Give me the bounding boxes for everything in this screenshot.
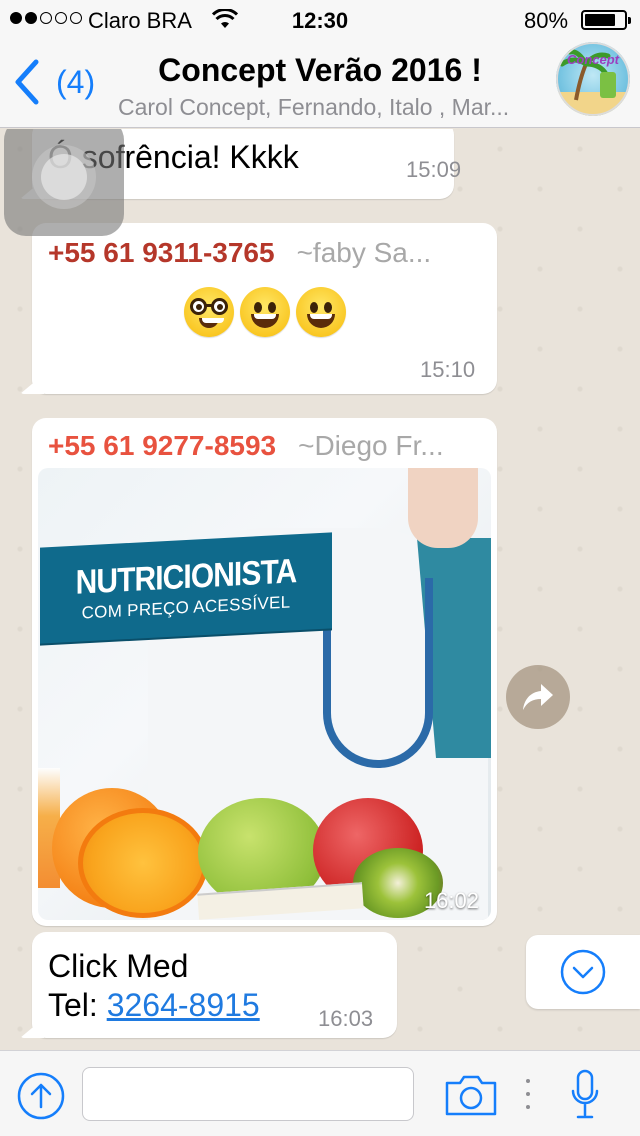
sender-name: ~Diego Fr... [298,430,444,461]
battery-icon [581,10,631,30]
chevron-down-icon [560,949,606,995]
group-title[interactable]: Concept Verão 2016 ! [120,52,520,89]
group-avatar[interactable]: Concept [556,42,630,116]
status-bar: Claro BRA 12:30 80% [0,0,640,40]
message-time: 15:10 [420,357,476,382]
phone-label: Tel: [48,987,107,1023]
stethoscope-graphic [323,578,433,768]
scroll-to-bottom-button[interactable] [526,935,640,1009]
message-bubble[interactable]: +55 61 9277-8593 ~Diego Fr... NUTRICIONIS… [32,418,497,926]
message-text: Click Med [48,948,189,984]
composer-bar [0,1050,640,1136]
orange-graphic [78,808,208,918]
message-list[interactable]: Ó sofrência! Kkkk 15:09 +55 61 9311-3765… [0,129,640,1050]
message-input[interactable] [82,1067,414,1121]
forward-button[interactable] [506,665,570,729]
chevron-left-icon [15,59,39,105]
assistive-touch-button[interactable] [4,129,124,236]
promo-banner: NUTRICIONISTA COM PREÇO ACESSÍVEL [40,532,332,644]
grinning-face-icon [240,287,290,337]
message-time: 16:03 [318,1006,374,1031]
nerd-face-icon [184,287,234,337]
message-bubble[interactable]: +55 61 9311-3765 ~faby Sa... 15:10 [32,223,497,394]
battery-percent: 80% [524,8,569,33]
sender-name: ~faby Sa... [296,237,432,268]
back-button[interactable]: (4) [12,54,95,110]
unread-count: (4) [56,63,96,100]
emoji-row [184,287,346,337]
share-icon [523,684,553,710]
sender-phone[interactable]: +55 61 9311-3765 [48,237,275,268]
divider [524,1079,532,1109]
message-time: 15:09 [406,157,462,182]
sender-line: +55 61 9277-8593 ~Diego Fr... [48,430,444,462]
phone-link[interactable]: 3264-8915 [107,987,260,1023]
sender-line: +55 61 9311-3765 ~faby Sa... [48,237,431,269]
message-text-line: Tel: 3264-8915 [48,987,260,1024]
chat-header: (4) Concept Verão 2016 ! Carol Concept, … [0,40,640,128]
upload-arrow-icon[interactable] [16,1071,66,1121]
group-participants[interactable]: Carol Concept, Fernando, Italo , Mar... [118,94,548,121]
message-bubble[interactable]: Click Med Tel: 3264-8915 16:03 [32,932,397,1038]
camera-icon[interactable] [444,1073,498,1117]
message-time: 16:02 [423,888,479,913]
microphone-icon[interactable] [570,1069,600,1121]
grinning-face-icon [296,287,346,337]
image-attachment[interactable]: NUTRICIONISTA COM PREÇO ACESSÍVEL 16:02 [38,468,491,920]
sender-phone[interactable]: +55 61 9277-8593 [48,430,276,461]
